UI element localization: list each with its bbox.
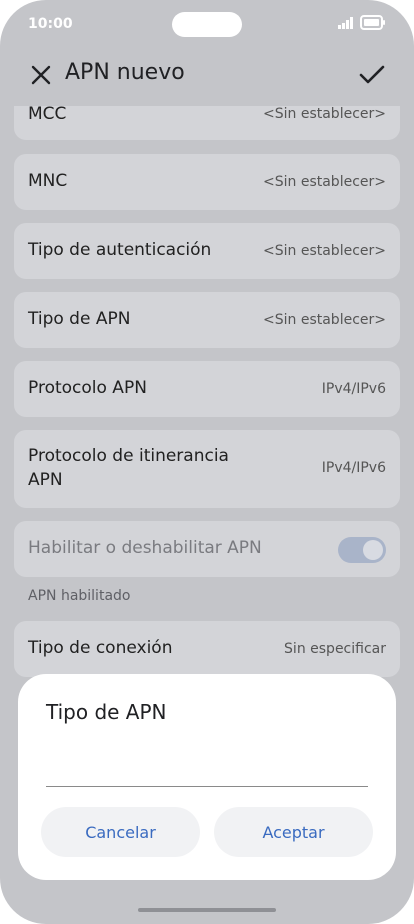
- list-item-value: IPv4/IPv6: [321, 460, 386, 476]
- list-item-auth-type[interactable]: Tipo de autenticación <Sin establecer>: [14, 223, 400, 279]
- list-item-value: <Sin establecer>: [263, 174, 386, 190]
- list-item-apn-protocol[interactable]: Protocolo APN IPv4/IPv6: [14, 361, 400, 417]
- app-header-overlay: APN nuevo: [0, 50, 414, 106]
- apn-type-dialog: Tipo de APN Cancelar Aceptar: [18, 674, 396, 880]
- list-item-connection-type[interactable]: Tipo de conexión Sin especificar: [14, 621, 400, 677]
- list-item-mnc[interactable]: MNC <Sin establecer>: [14, 154, 400, 210]
- list-item-label-line2: APN: [28, 470, 63, 490]
- cancel-button[interactable]: Cancelar: [41, 807, 200, 857]
- list-item-value: IPv4/IPv6: [321, 381, 386, 397]
- status-bar: 10:00: [0, 0, 414, 50]
- list-item-label: Tipo de APN: [28, 309, 131, 329]
- list-item-enable-apn[interactable]: Habilitar o deshabilitar APN: [14, 521, 400, 577]
- accept-button[interactable]: Aceptar: [214, 807, 373, 857]
- list-item-label: MCC: [28, 104, 67, 124]
- list-item-label: Habilitar o deshabilitar APN: [28, 538, 262, 558]
- list-item-label-line1: Protocolo de itinerancia: [28, 446, 229, 466]
- battery-icon: [360, 15, 385, 30]
- list-item-label: Tipo de conexión: [28, 638, 173, 658]
- list-item-value: <Sin establecer>: [263, 106, 386, 122]
- apn-type-input[interactable]: [46, 750, 368, 787]
- list-item-value: <Sin establecer>: [263, 312, 386, 328]
- enable-apn-toggle[interactable]: [338, 537, 386, 563]
- list-item-label: Protocolo APN: [28, 378, 147, 398]
- dialog-title: Tipo de APN: [46, 700, 167, 724]
- list-item-label: MNC: [28, 171, 68, 191]
- list-item-apn-type[interactable]: Tipo de APN <Sin establecer>: [14, 292, 400, 348]
- page-title: APN nuevo: [65, 60, 185, 85]
- apn-enabled-caption: APN habilitado: [28, 588, 131, 604]
- phone-screen: 10:00 APN nuevo MCC <Sin establecer>: [0, 0, 414, 924]
- check-icon[interactable]: [359, 64, 385, 86]
- status-time: 10:00: [28, 16, 73, 32]
- home-indicator[interactable]: [138, 908, 276, 912]
- toggle-knob: [363, 540, 383, 560]
- list-item-value: <Sin establecer>: [263, 243, 386, 259]
- signal-icon: [338, 17, 353, 29]
- close-icon[interactable]: [30, 64, 52, 86]
- list-item-label: Tipo de autenticación: [28, 240, 212, 260]
- list-item-value: Sin especificar: [284, 641, 386, 657]
- list-item-roaming-protocol[interactable]: Protocolo de itinerancia APN IPv4/IPv6: [14, 430, 400, 508]
- dynamic-island: [172, 12, 242, 37]
